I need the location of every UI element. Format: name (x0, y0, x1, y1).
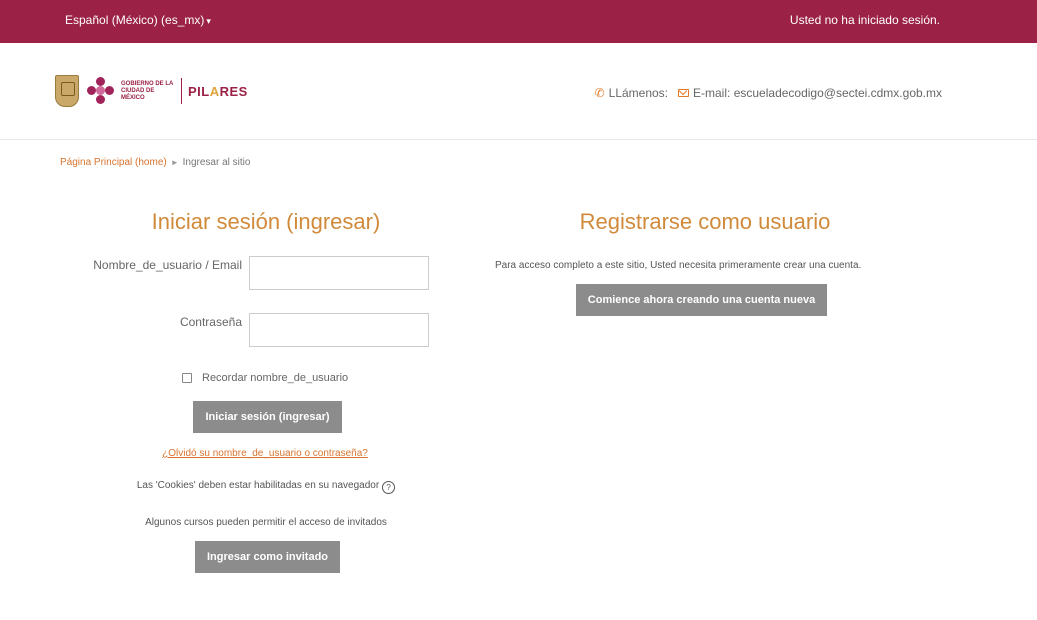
logo-divider (181, 78, 182, 104)
language-menu[interactable]: Español (México) (es_mx) ▾ (65, 13, 211, 27)
remember-checkbox[interactable] (182, 373, 192, 383)
cookies-notice: Las 'Cookies' deben estar habilitadas en… (122, 480, 410, 494)
register-title: Registrarse como usuario (579, 209, 831, 234)
breadcrumb-home-link[interactable]: Página Principal (home) (60, 157, 167, 168)
create-account-button[interactable]: Comience ahora creando una cuenta nueva (576, 284, 827, 316)
envelope-icon (678, 89, 690, 97)
register-text: Para acceso completo a este sitio, Usted… (495, 260, 862, 271)
breadcrumb: Página Principal (home) ► Ingresar al siti… (60, 157, 250, 168)
cookies-text: Las 'Cookies' deben estar habilitadas en… (136, 480, 380, 491)
help-icon[interactable]: ? (382, 481, 396, 494)
login-status: Usted no ha iniciado sesión. (789, 13, 940, 27)
username-input[interactable] (249, 256, 429, 290)
remember-label: Recordar nombre_de_usuario (202, 372, 349, 384)
guest-login-button[interactable]: Ingresar como invitado (195, 541, 340, 573)
pilares-logo-text: PILARES (188, 83, 248, 99)
password-label: Contraseña (179, 315, 242, 329)
gobierno-logo-text: GOBIERNO DE LA CIUDAD DE MÉXICO (121, 80, 174, 101)
coat-of-arms-icon (55, 75, 79, 107)
password-input[interactable] (249, 313, 429, 347)
site-logo[interactable]: GOBIERNO DE LA CIUDAD DE MÉXICO PILARES (55, 73, 248, 109)
breadcrumb-separator-icon: ► (170, 158, 179, 167)
guests-notice: Algunos cursos pueden permitir el acceso… (145, 517, 387, 528)
username-label: Nombre_de_usuario / Email (93, 258, 242, 272)
site-header: GOBIERNO DE LA CIUDAD DE MÉXICO PILARES … (0, 43, 1037, 140)
chevron-down-icon: ▾ (206, 16, 211, 26)
remember-username: Recordar nombre_de_usuario (182, 372, 348, 384)
phone-label: LLámenos: (608, 86, 669, 100)
top-navbar: Español (México) (es_mx) ▾ Usted no ha in… (0, 0, 1037, 43)
contact-info: ✆ LLámenos: E-mail: escueladecodigo@sect… (595, 86, 942, 100)
cdmx-flower-icon (87, 77, 115, 105)
login-button[interactable]: Iniciar sesión (ingresar) (193, 401, 342, 433)
breadcrumb-current: Ingresar al sitio (182, 157, 251, 168)
phone-icon: ✆ (594, 86, 605, 100)
email-label: E-mail: (693, 86, 731, 100)
language-label: Español (México) (es_mx) (65, 13, 205, 27)
login-title: Iniciar sesión (ingresar) (151, 209, 381, 234)
email-value[interactable]: escueladecodigo@sectei.cdmx.gob.mx (734, 86, 942, 100)
forgot-password-link[interactable]: ¿Olvidó su nombre_de_usuario o contraseñ… (150, 448, 380, 459)
